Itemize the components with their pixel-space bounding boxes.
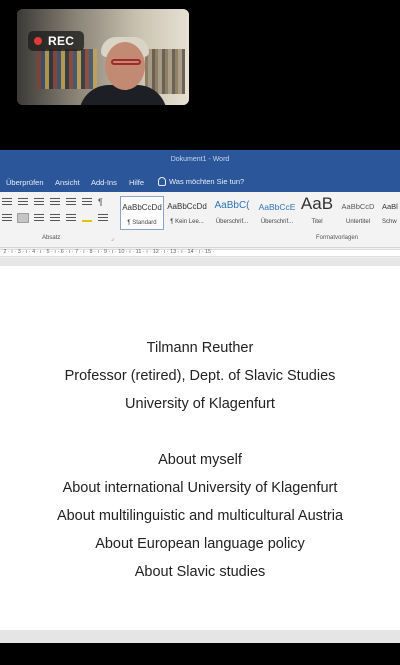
doc-line-about-myself[interactable]: About myself (0, 452, 400, 468)
ribbon: ¶ AaBbCcDd ¶ Standard AaBbCcDd ¶ Kein Le… (0, 192, 400, 248)
style-standard[interactable]: AaBbCcDd ¶ Standard (120, 196, 164, 230)
books-left (37, 49, 97, 89)
paragraph-group: ¶ (0, 192, 118, 232)
tell-me-search[interactable]: Was möchten Sie tun? (158, 177, 244, 186)
group-label-absatz: Absatz (42, 235, 61, 241)
style-sample: AaBbCcDd (167, 202, 207, 211)
document-page[interactable]: Tilmann Reuther Professor (retired), Dep… (0, 266, 400, 631)
tab-hilfe[interactable]: Hilfe (129, 178, 144, 187)
doc-line-name[interactable]: Tilmann Reuther (0, 340, 400, 356)
style-name: Untertitel (345, 219, 370, 225)
style-name: Schw (382, 219, 397, 225)
tell-me-label: Was möchten Sie tun? (169, 177, 245, 186)
lightbulb-icon (158, 177, 166, 186)
person-head (105, 42, 145, 90)
multilevel-list-icon[interactable] (34, 198, 44, 206)
books-right (145, 49, 185, 94)
document-canvas-gap (0, 258, 400, 266)
style-name: Überschrif... (215, 219, 249, 225)
ruler-scale: · 2 · ı · 3 · ı · 4 · ı · 5 · ı · 6 · ı … (0, 249, 400, 257)
style-name: Titel (311, 219, 323, 225)
tab-ansicht[interactable]: Ansicht (55, 178, 80, 187)
style-sample: AaBbC( (214, 200, 250, 211)
doc-line-about-language-policy[interactable]: About European language policy (0, 536, 400, 552)
style-schwache-hervorhebung[interactable]: AaBl Schw (382, 196, 400, 230)
horizontal-ruler[interactable]: · 2 · ı · 3 · ı · 4 · ı · 5 · ı · 6 · ı … (0, 248, 400, 258)
window-title: Dokument1 - Word (170, 156, 230, 163)
doc-line-title[interactable]: Professor (retired), Dept. of Slavic Stu… (0, 368, 400, 384)
shading-icon[interactable] (82, 214, 92, 222)
sort-icon[interactable] (82, 198, 92, 206)
doc-line-about-slavic-studies[interactable]: About Slavic studies (0, 564, 400, 580)
line-spacing-icon[interactable] (66, 214, 76, 222)
screen-bottom-black (0, 643, 400, 665)
style-ueberschrift-1[interactable]: AaBbC( Überschrif... (210, 196, 254, 230)
decrease-indent-icon[interactable] (50, 198, 60, 206)
align-right-icon[interactable] (34, 214, 44, 222)
style-untertitel[interactable]: AaBbCcD Untertitel (336, 196, 380, 230)
doc-line-about-university[interactable]: About international University of Klagen… (0, 480, 400, 496)
style-name: ¶ Standard (127, 220, 157, 226)
recording-badge: REC (28, 31, 84, 51)
bullets-icon[interactable] (2, 198, 12, 206)
styles-gallery: AaBbCcDd ¶ Standard AaBbCcDd ¶ Kein Lee.… (120, 194, 400, 230)
title-bar: Dokument1 - Word (0, 150, 400, 172)
ruler-numbers: · 2 · ı · 3 · ı · 4 · ı · 5 · ı · 6 · ı … (0, 249, 215, 255)
style-titel[interactable]: AaB Titel (300, 194, 334, 230)
absatz-dialog-launcher-icon[interactable]: ⌟ (111, 235, 114, 242)
style-kein-leerraum[interactable]: AaBbCcDd ¶ Kein Lee... (165, 196, 209, 230)
show-formatting-icon[interactable]: ¶ (98, 198, 108, 207)
recording-label: REC (48, 34, 75, 48)
borders-icon[interactable] (98, 214, 108, 222)
tab-ueberpruefen[interactable]: Überprüfen (6, 178, 44, 187)
style-name: Überschrif... (260, 219, 294, 225)
style-name: ¶ Kein Lee... (170, 219, 204, 225)
doc-line-about-austria[interactable]: About multilinguistic and multicultural … (0, 508, 400, 524)
participant-video[interactable]: REC (17, 9, 189, 105)
ribbon-tabs: Überprüfen Ansicht Add-Ins Hilfe Was möc… (0, 172, 400, 192)
group-label-formatvorlagen: Formatvorlagen (316, 235, 359, 241)
person-glasses (111, 59, 141, 65)
increase-indent-icon[interactable] (66, 198, 76, 206)
align-left-icon[interactable] (2, 214, 12, 222)
style-sample: AaBl (382, 202, 398, 211)
style-sample: AaBbCcDd (122, 203, 162, 212)
style-ueberschrift-2[interactable]: AaBbCcE Überschrif... (255, 196, 299, 230)
numbering-icon[interactable] (18, 198, 28, 206)
style-sample: AaB (300, 194, 334, 213)
align-center-icon[interactable] (17, 213, 29, 223)
record-dot-icon (34, 37, 42, 45)
page-bottom-edge (0, 630, 400, 643)
doc-line-university[interactable]: University of Klagenfurt (0, 396, 400, 412)
tab-add-ins[interactable]: Add-Ins (91, 178, 117, 187)
style-sample: AaBbCcE (258, 202, 296, 212)
justify-icon[interactable] (50, 214, 60, 222)
style-sample: AaBbCcD (341, 202, 375, 211)
word-window: Dokument1 - Word Überprüfen Ansicht Add-… (0, 150, 400, 665)
